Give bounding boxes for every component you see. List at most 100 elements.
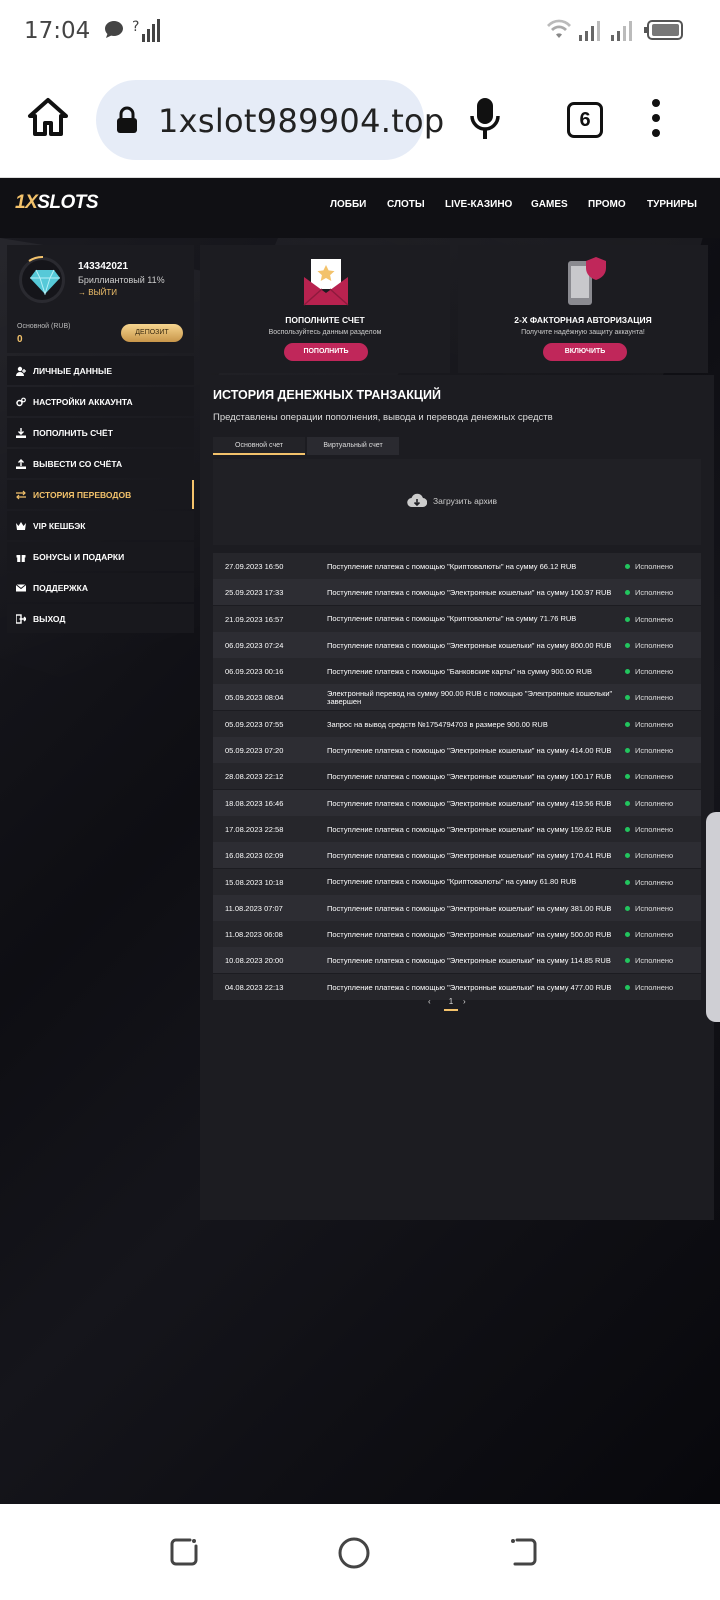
status-time: 17:04 <box>24 18 91 44</box>
prev-page-button[interactable]: ‹ <box>428 997 431 1006</box>
home-icon[interactable] <box>26 96 70 140</box>
status-dot <box>625 616 630 622</box>
table-row: 15.08.2023 10:18 Поступление платежа с по… <box>213 868 701 895</box>
profile-panel: 143342021 Бриллиантовый 11% → ВЫЙТИ Осно… <box>7 245 194 353</box>
status-dot <box>625 590 630 596</box>
level-progress-ring <box>28 256 44 262</box>
envelope-star-icon <box>303 259 349 306</box>
menu-item-support[interactable]: ПОДДЕРЖКА <box>7 573 194 602</box>
site-viewport: 1XSLOTS ЛОББИ СЛОТЫ LIVE-КАЗИНО GAMES ПР… <box>0 178 720 1504</box>
download-archive-button[interactable]: Загрузить архив <box>213 459 701 545</box>
status-dot <box>625 879 630 885</box>
envelope-icon <box>16 584 26 592</box>
table-row: 05.09.2023 08:04 Электронный перевод на с… <box>213 684 701 711</box>
status-bar: 17:04 ? <box>0 0 720 62</box>
system-nav-bar <box>0 1504 720 1600</box>
tab-switcher-button[interactable]: 6 <box>567 102 603 138</box>
address-bar[interactable]: 1xslot989904.top <box>96 80 444 160</box>
url-text: 1xslot989904.top <box>158 102 445 140</box>
nav-tournaments[interactable]: ТУРНИРЫ <box>647 199 697 210</box>
table-row: 27.09.2023 16:50 Поступление платежа с по… <box>213 553 701 579</box>
two-factor-card-title: 2-Х ФАКТОРНАЯ АВТОРИЗАЦИЯ <box>514 315 652 325</box>
menu-item-bonuses[interactable]: БОНУСЫ И ПОДАРКИ <box>7 542 194 571</box>
next-page-button[interactable]: › <box>463 997 466 1006</box>
table-row: 06.09.2023 07:24 Поступление платежа с по… <box>213 631 701 658</box>
enable-2fa-button[interactable]: ВКЛЮЧИТЬ <box>543 343 627 361</box>
crown-icon <box>16 522 26 530</box>
deposit-button[interactable]: ДЕПОЗИТ <box>121 324 183 342</box>
account-menu: ЛИЧНЫЕ ДАННЫЕ НАСТРОЙКИ АККАУНТА ПОПОЛНИ… <box>7 356 194 635</box>
status-dot <box>625 905 630 911</box>
table-row: 18.08.2023 16:46 Поступление платежа с по… <box>213 789 701 816</box>
table-row: 10.08.2023 20:00 Поступление платежа с по… <box>213 947 701 974</box>
phone-shield-icon <box>568 257 606 305</box>
menu-item-transfer-history[interactable]: ИСТОРИЯ ПЕРЕВОДОВ <box>7 480 194 509</box>
chat-bubble-icon <box>102 18 126 47</box>
scrollbar-handle[interactable] <box>706 812 720 1022</box>
two-factor-card: 2-Х ФАКТОРНАЯ АВТОРИЗАЦИЯ Получите надёж… <box>458 245 708 373</box>
nav-slots[interactable]: СЛОТЫ <box>387 199 425 210</box>
status-dot <box>625 932 630 938</box>
status-dot <box>625 800 630 806</box>
browser-toolbar: 1xslot989904.top 6 <box>0 62 720 178</box>
menu-item-exit[interactable]: ВЫХОД <box>7 604 194 633</box>
wifi-icon <box>546 18 572 45</box>
status-dot <box>625 853 630 859</box>
status-dot <box>625 564 630 569</box>
status-dot <box>625 748 630 754</box>
upload-icon <box>16 459 26 469</box>
current-page[interactable]: 1 <box>444 997 458 1011</box>
exit-icon <box>16 614 26 624</box>
svg-text:?: ? <box>132 19 139 35</box>
cell-signal-2-icon <box>610 18 634 47</box>
table-row: 17.08.2023 22:58 Поступление платежа с по… <box>213 815 701 842</box>
table-row: 06.09.2023 00:16 Поступление платежа с по… <box>213 658 701 685</box>
back-icon[interactable] <box>507 1536 539 1573</box>
vip-level: Бриллиантовый 11% <box>78 275 165 285</box>
menu-item-personal-data[interactable]: ЛИЧНЫЕ ДАННЫЕ <box>7 356 194 385</box>
transactions-subtitle: Представлены операции пополнения, вывода… <box>213 412 553 423</box>
cell-signal-1-icon <box>578 18 602 47</box>
home-nav-icon[interactable] <box>337 1536 371 1575</box>
two-factor-card-subtitle: Получите надёжную защиту аккаунта! <box>521 329 645 336</box>
tab-main-account[interactable]: Основной счет <box>213 437 305 455</box>
microphone-icon[interactable] <box>470 96 500 147</box>
table-row: 16.08.2023 02:09 Поступление платежа с по… <box>213 842 701 869</box>
gift-icon <box>16 555 26 562</box>
nav-promo[interactable]: ПРОМО <box>588 199 626 210</box>
overflow-menu-icon[interactable] <box>650 98 662 143</box>
table-row: 21.09.2023 16:57 Поступление платежа с по… <box>213 605 701 632</box>
nav-lobby[interactable]: ЛОББИ <box>330 199 366 210</box>
cloud-download-icon <box>407 493 427 508</box>
site-logo[interactable]: 1XSLOTS <box>15 192 99 214</box>
user-plus-icon <box>16 366 26 376</box>
menu-item-deposit[interactable]: ПОПОЛНИТЬ СЧЁТ <box>7 418 194 447</box>
status-dot <box>625 642 630 648</box>
logout-link[interactable]: → ВЫЙТИ <box>78 288 117 297</box>
status-dot <box>625 826 630 832</box>
menu-item-withdraw[interactable]: ВЫВЕСТИ СО СЧЁТА <box>7 449 194 478</box>
battery-icon <box>644 18 684 47</box>
deposit-card-subtitle: Воспользуйтесь данным разделом <box>268 329 382 336</box>
menu-item-vip-cashback[interactable]: VIP КЕШБЭК <box>7 511 194 540</box>
status-dot <box>625 958 630 964</box>
table-row: 28.08.2023 22:12 Поступление платежа с по… <box>213 763 701 790</box>
table-row: 11.08.2023 07:07 Поступление платежа с по… <box>213 894 701 921</box>
table-row: 05.09.2023 07:55 Запрос на вывод средств … <box>213 710 701 737</box>
nav-live-casino[interactable]: LIVE-КАЗИНО <box>445 199 512 210</box>
top-up-button[interactable]: ПОПОЛНИТЬ <box>284 343 368 361</box>
deposit-card-title: ПОПОЛНИТЕ СЧЕТ <box>285 315 365 325</box>
deposit-card: ПОПОЛНИТЕ СЧЕТ Воспользуйтесь данным раз… <box>200 245 450 373</box>
balance-value: 0 <box>17 334 23 345</box>
status-dot <box>625 984 630 990</box>
tab-virtual-account[interactable]: Виртуальный счет <box>307 437 399 455</box>
menu-item-account-settings[interactable]: НАСТРОЙКИ АККАУНТА <box>7 387 194 416</box>
transactions-panel: ИСТОРИЯ ДЕНЕЖНЫХ ТРАНЗАКЦИЙ Представлены… <box>200 375 714 1220</box>
download-icon <box>16 428 26 438</box>
transactions-table: 27.09.2023 16:50 Поступление платежа с по… <box>213 553 701 1000</box>
nav-games[interactable]: GAMES <box>531 199 568 210</box>
account-id: 143342021 <box>78 261 129 272</box>
signal-unknown-icon: ? <box>132 18 160 49</box>
recent-apps-icon[interactable] <box>168 1536 200 1573</box>
lock-icon <box>116 106 138 139</box>
